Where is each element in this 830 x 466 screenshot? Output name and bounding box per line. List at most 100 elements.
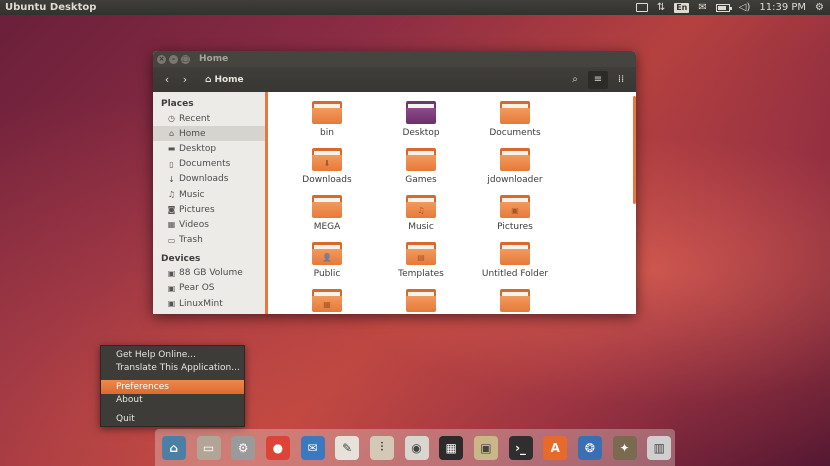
keyboard-icon[interactable] — [635, 3, 648, 12]
download-icon: ↓ — [168, 174, 175, 184]
software-center-launcher[interactable]: A — [539, 432, 571, 464]
dash-launcher[interactable]: ⌂ — [158, 432, 190, 464]
grid-view-button[interactable]: ⁞⁞ — [611, 71, 631, 89]
file-item[interactable]: 👤 Public — [280, 238, 374, 280]
sidebar: Places ◷ Recent ⌂ Home ▬ Desktop ▯ Documents ↓ Do… — [153, 92, 268, 314]
minimize-window-button[interactable]: – — [169, 54, 178, 64]
menu-item-translate-this-application[interactable]: Translate This Application... — [101, 362, 244, 376]
sidebar-item-documents[interactable]: ▯ Documents — [153, 157, 265, 172]
sidebar-item-desktop[interactable]: ▬ Desktop — [153, 141, 265, 156]
volume-icon[interactable]: ◁) — [739, 2, 751, 13]
chrome-icon: ● — [265, 435, 290, 460]
file-item[interactable]: Games — [374, 144, 468, 186]
mixer-icon: ⫶ — [369, 435, 394, 460]
software-center-icon: A — [543, 435, 568, 460]
gimp-icon: ✦ — [612, 435, 637, 460]
mixer-launcher[interactable]: ⫶ — [366, 432, 398, 464]
camera-icon: ◙ — [167, 205, 176, 215]
menu-item-preferences[interactable]: Preferences — [101, 380, 244, 394]
swirl-launcher[interactable]: ❂ — [574, 432, 606, 464]
media-player-launcher[interactable]: ◉ — [401, 432, 433, 464]
file-item[interactable]: Desktop — [374, 97, 468, 139]
file-item[interactable]: ▤ Templates — [374, 238, 468, 280]
list-view-button[interactable]: ≡ — [588, 70, 608, 89]
scanner-icon: ▥ — [647, 435, 672, 460]
clock[interactable]: 11:39 PM — [759, 2, 806, 13]
back-button[interactable]: ‹ — [158, 71, 176, 89]
files-launcher[interactable]: ▭ — [193, 432, 225, 464]
forward-button[interactable]: › — [176, 71, 194, 89]
dock: ⌂ ▭ ⚙ ● ✉ ✎ ⫶ ◉ ▦ ▣ ›_ A ❂ ✦ ▥ — [155, 429, 675, 466]
sidebar-item-music[interactable]: ♫ Music — [153, 187, 265, 202]
file-label: jdownloader — [487, 175, 543, 185]
menu-item-quit[interactable]: Quit — [101, 412, 244, 426]
gimp-launcher[interactable]: ✦ — [609, 432, 641, 464]
file-item[interactable]: jdownloader — [468, 144, 562, 186]
document-icon: ▯ — [169, 159, 174, 169]
mail-icon[interactable]: ✉ — [698, 2, 706, 13]
maximize-window-button[interactable]: □ — [181, 54, 190, 64]
file-item[interactable] — [468, 285, 562, 314]
sidebar-item-trash[interactable]: ▭ Trash — [153, 233, 265, 248]
videos-folder-icon: ▦ — [312, 289, 342, 313]
battery-icon[interactable] — [715, 3, 732, 12]
image-viewer-icon: ▣ — [473, 435, 498, 460]
documents-folder-icon — [500, 101, 530, 125]
file-item[interactable]: Untitled Folder — [468, 238, 562, 280]
file-item[interactable]: bin — [280, 97, 374, 139]
sidebar-item-linuxmint[interactable]: ▣ LinuxMint — [153, 296, 265, 311]
sidebar-item-videos[interactable]: ▦ Videos — [153, 217, 265, 232]
file-label: Public — [313, 269, 341, 279]
close-window-button[interactable]: × — [157, 54, 166, 64]
image-viewer-launcher[interactable]: ▣ — [470, 432, 502, 464]
folder-icon — [312, 101, 342, 125]
recent-icon: ◷ — [168, 114, 175, 124]
system-settings-launcher[interactable]: ⚙ — [227, 432, 259, 464]
window-titlebar[interactable]: × – □ Home — [153, 51, 636, 67]
music-folder-icon: ♫ — [406, 195, 436, 219]
text-editor-launcher[interactable]: ✎ — [331, 432, 363, 464]
scanner-launcher[interactable]: ▥ — [643, 432, 675, 464]
scrollbar[interactable] — [633, 96, 636, 204]
menu-item-about[interactable]: About — [101, 394, 244, 408]
sidebar-item-88-gb-volume[interactable]: ▣ 88 GB Volume — [153, 266, 265, 281]
file-item[interactable]: MEGA — [280, 191, 374, 233]
file-item[interactable]: ⬇ Downloads — [280, 144, 374, 186]
text-editor-icon: ✎ — [335, 435, 360, 460]
sidebar-item-pear-os[interactable]: ▣ Pear OS — [153, 281, 265, 296]
folder-icon — [406, 289, 436, 313]
file-label: bin — [320, 128, 334, 138]
home-icon: ⌂ — [205, 74, 212, 85]
file-label: Pictures — [497, 222, 533, 232]
sidebar-item-label: Desktop — [179, 143, 217, 154]
file-label: MEGA — [313, 222, 341, 232]
video-editor-launcher[interactable]: ▦ — [435, 432, 467, 464]
sidebar-item-label: 88 GB Volume — [179, 268, 243, 279]
menu-item-get-help-online[interactable]: Get Help Online... — [101, 348, 244, 362]
sidebar-item-label: Pictures — [179, 204, 215, 215]
file-item[interactable]: ▦ — [280, 285, 374, 314]
thunderbird-launcher[interactable]: ✉ — [297, 432, 329, 464]
language-indicator[interactable]: En — [674, 2, 690, 13]
window-title: Home — [199, 54, 229, 64]
file-view: bin Desktop Documents ⬇ Downloads Games jdownl… — [268, 92, 636, 314]
devices-heading: Devices — [161, 253, 201, 264]
search-button[interactable]: ⌕ — [565, 71, 585, 89]
network-icon[interactable]: ⇅ — [657, 2, 665, 13]
gear-icon[interactable]: ⚙ — [815, 2, 824, 13]
sidebar-item-pictures[interactable]: ◙ Pictures — [153, 202, 265, 217]
sidebar-item-home[interactable]: ⌂ Home — [153, 126, 265, 142]
file-item[interactable]: Documents — [468, 97, 562, 139]
file-label: Templates — [398, 269, 444, 279]
file-label: Desktop — [402, 128, 440, 138]
terminal-launcher[interactable]: ›_ — [505, 432, 537, 464]
file-item[interactable]: ♫ Music — [374, 191, 468, 233]
file-label: Untitled Folder — [481, 269, 549, 279]
sidebar-item-recent[interactable]: ◷ Recent — [153, 111, 265, 126]
file-item[interactable] — [374, 285, 468, 314]
public-folder-icon: 👤 — [312, 242, 342, 266]
breadcrumb-home[interactable]: ⌂ Home — [200, 73, 249, 87]
chrome-launcher[interactable]: ● — [262, 432, 294, 464]
file-item[interactable]: ▣ Pictures — [468, 191, 562, 233]
sidebar-item-downloads[interactable]: ↓ Downloads — [153, 172, 265, 187]
